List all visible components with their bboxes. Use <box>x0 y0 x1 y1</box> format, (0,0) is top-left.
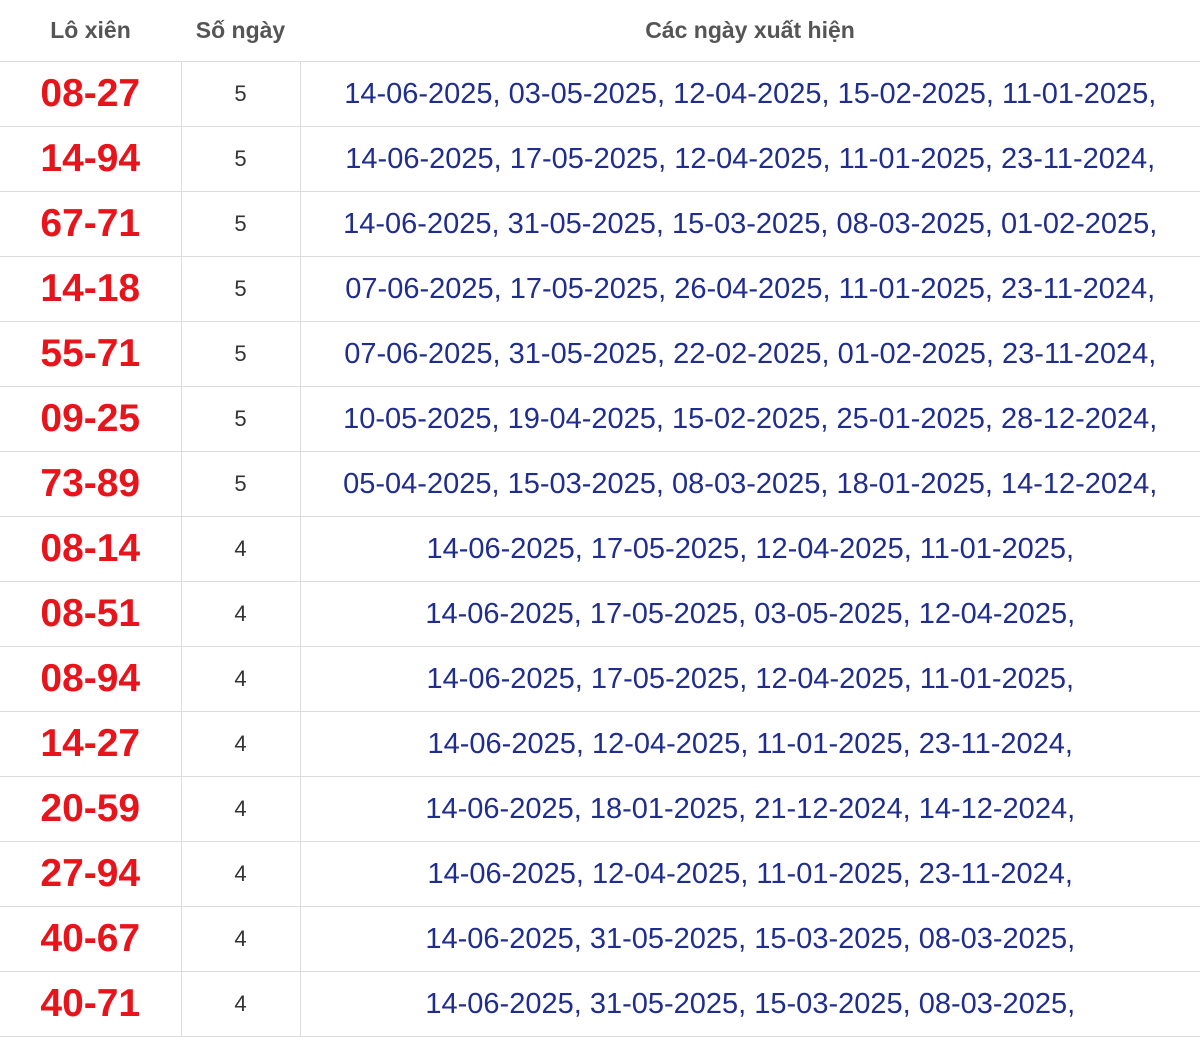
table-row: 08-51 4 14-06-2025, 17-05-2025, 03-05-20… <box>0 581 1200 647</box>
dates-cell: 14-06-2025, 17-05-2025, 12-04-2025, 11-0… <box>300 126 1200 192</box>
table-row: 73-89 5 05-04-2025, 15-03-2025, 08-03-20… <box>0 451 1200 517</box>
pair-cell: 08-94 <box>0 646 182 712</box>
dates-cell: 07-06-2025, 17-05-2025, 26-04-2025, 11-0… <box>300 256 1200 322</box>
table-row: 08-27 5 14-06-2025, 03-05-2025, 12-04-20… <box>0 61 1200 127</box>
table-row: 40-67 4 14-06-2025, 31-05-2025, 15-03-20… <box>0 906 1200 972</box>
pair-cell: 55-71 <box>0 321 182 387</box>
lo-xien-table: Lô xiên Số ngày Các ngày xuất hiện 08-27… <box>0 0 1200 1037</box>
pair-cell: 73-89 <box>0 451 182 517</box>
pair-cell: 27-94 <box>0 841 182 907</box>
days-cell: 5 <box>181 386 301 452</box>
days-cell: 4 <box>181 841 301 907</box>
pair-cell: 14-94 <box>0 126 182 192</box>
table-row: 14-18 5 07-06-2025, 17-05-2025, 26-04-20… <box>0 256 1200 322</box>
days-cell: 5 <box>181 256 301 322</box>
dates-cell: 10-05-2025, 19-04-2025, 15-02-2025, 25-0… <box>300 386 1200 452</box>
table-row: 09-25 5 10-05-2025, 19-04-2025, 15-02-20… <box>0 386 1200 452</box>
table-row: 14-27 4 14-06-2025, 12-04-2025, 11-01-20… <box>0 711 1200 777</box>
table-row: 08-14 4 14-06-2025, 17-05-2025, 12-04-20… <box>0 516 1200 582</box>
table-row: 55-71 5 07-06-2025, 31-05-2025, 22-02-20… <box>0 321 1200 387</box>
table-row: 40-71 4 14-06-2025, 31-05-2025, 15-03-20… <box>0 971 1200 1037</box>
table-row: 08-94 4 14-06-2025, 17-05-2025, 12-04-20… <box>0 646 1200 712</box>
days-cell: 4 <box>181 646 301 712</box>
days-cell: 5 <box>181 61 301 127</box>
dates-cell: 14-06-2025, 12-04-2025, 11-01-2025, 23-1… <box>300 711 1200 777</box>
days-cell: 5 <box>181 451 301 517</box>
table-body: 08-27 5 14-06-2025, 03-05-2025, 12-04-20… <box>0 61 1200 1037</box>
pair-cell: 09-25 <box>0 386 182 452</box>
dates-cell: 14-06-2025, 17-05-2025, 12-04-2025, 11-0… <box>300 646 1200 712</box>
pair-cell: 40-71 <box>0 971 182 1037</box>
pair-cell: 14-18 <box>0 256 182 322</box>
dates-cell: 14-06-2025, 18-01-2025, 21-12-2024, 14-1… <box>300 776 1200 842</box>
header-days: Số ngày <box>181 0 300 62</box>
days-cell: 4 <box>181 971 301 1037</box>
dates-cell: 14-06-2025, 17-05-2025, 03-05-2025, 12-0… <box>300 581 1200 647</box>
header-pair: Lô xiên <box>0 0 181 62</box>
table-header: Lô xiên Số ngày Các ngày xuất hiện <box>0 0 1200 62</box>
header-dates: Các ngày xuất hiện <box>300 0 1200 62</box>
dates-cell: 14-06-2025, 31-05-2025, 15-03-2025, 08-0… <box>300 191 1200 257</box>
table-row: 67-71 5 14-06-2025, 31-05-2025, 15-03-20… <box>0 191 1200 257</box>
days-cell: 4 <box>181 906 301 972</box>
dates-cell: 05-04-2025, 15-03-2025, 08-03-2025, 18-0… <box>300 451 1200 517</box>
dates-cell: 14-06-2025, 31-05-2025, 15-03-2025, 08-0… <box>300 971 1200 1037</box>
dates-cell: 14-06-2025, 17-05-2025, 12-04-2025, 11-0… <box>300 516 1200 582</box>
dates-cell: 14-06-2025, 03-05-2025, 12-04-2025, 15-0… <box>300 61 1200 127</box>
days-cell: 4 <box>181 516 301 582</box>
table-row: 14-94 5 14-06-2025, 17-05-2025, 12-04-20… <box>0 126 1200 192</box>
pair-cell: 08-51 <box>0 581 182 647</box>
days-cell: 4 <box>181 581 301 647</box>
pair-cell: 67-71 <box>0 191 182 257</box>
table-row: 20-59 4 14-06-2025, 18-01-2025, 21-12-20… <box>0 776 1200 842</box>
pair-cell: 20-59 <box>0 776 182 842</box>
dates-cell: 14-06-2025, 31-05-2025, 15-03-2025, 08-0… <box>300 906 1200 972</box>
dates-cell: 07-06-2025, 31-05-2025, 22-02-2025, 01-0… <box>300 321 1200 387</box>
pair-cell: 14-27 <box>0 711 182 777</box>
pair-cell: 08-27 <box>0 61 182 127</box>
table-row: 27-94 4 14-06-2025, 12-04-2025, 11-01-20… <box>0 841 1200 907</box>
header-row: Lô xiên Số ngày Các ngày xuất hiện <box>0 0 1200 62</box>
days-cell: 5 <box>181 321 301 387</box>
days-cell: 4 <box>181 711 301 777</box>
days-cell: 5 <box>181 191 301 257</box>
dates-cell: 14-06-2025, 12-04-2025, 11-01-2025, 23-1… <box>300 841 1200 907</box>
pair-cell: 08-14 <box>0 516 182 582</box>
days-cell: 4 <box>181 776 301 842</box>
days-cell: 5 <box>181 126 301 192</box>
pair-cell: 40-67 <box>0 906 182 972</box>
